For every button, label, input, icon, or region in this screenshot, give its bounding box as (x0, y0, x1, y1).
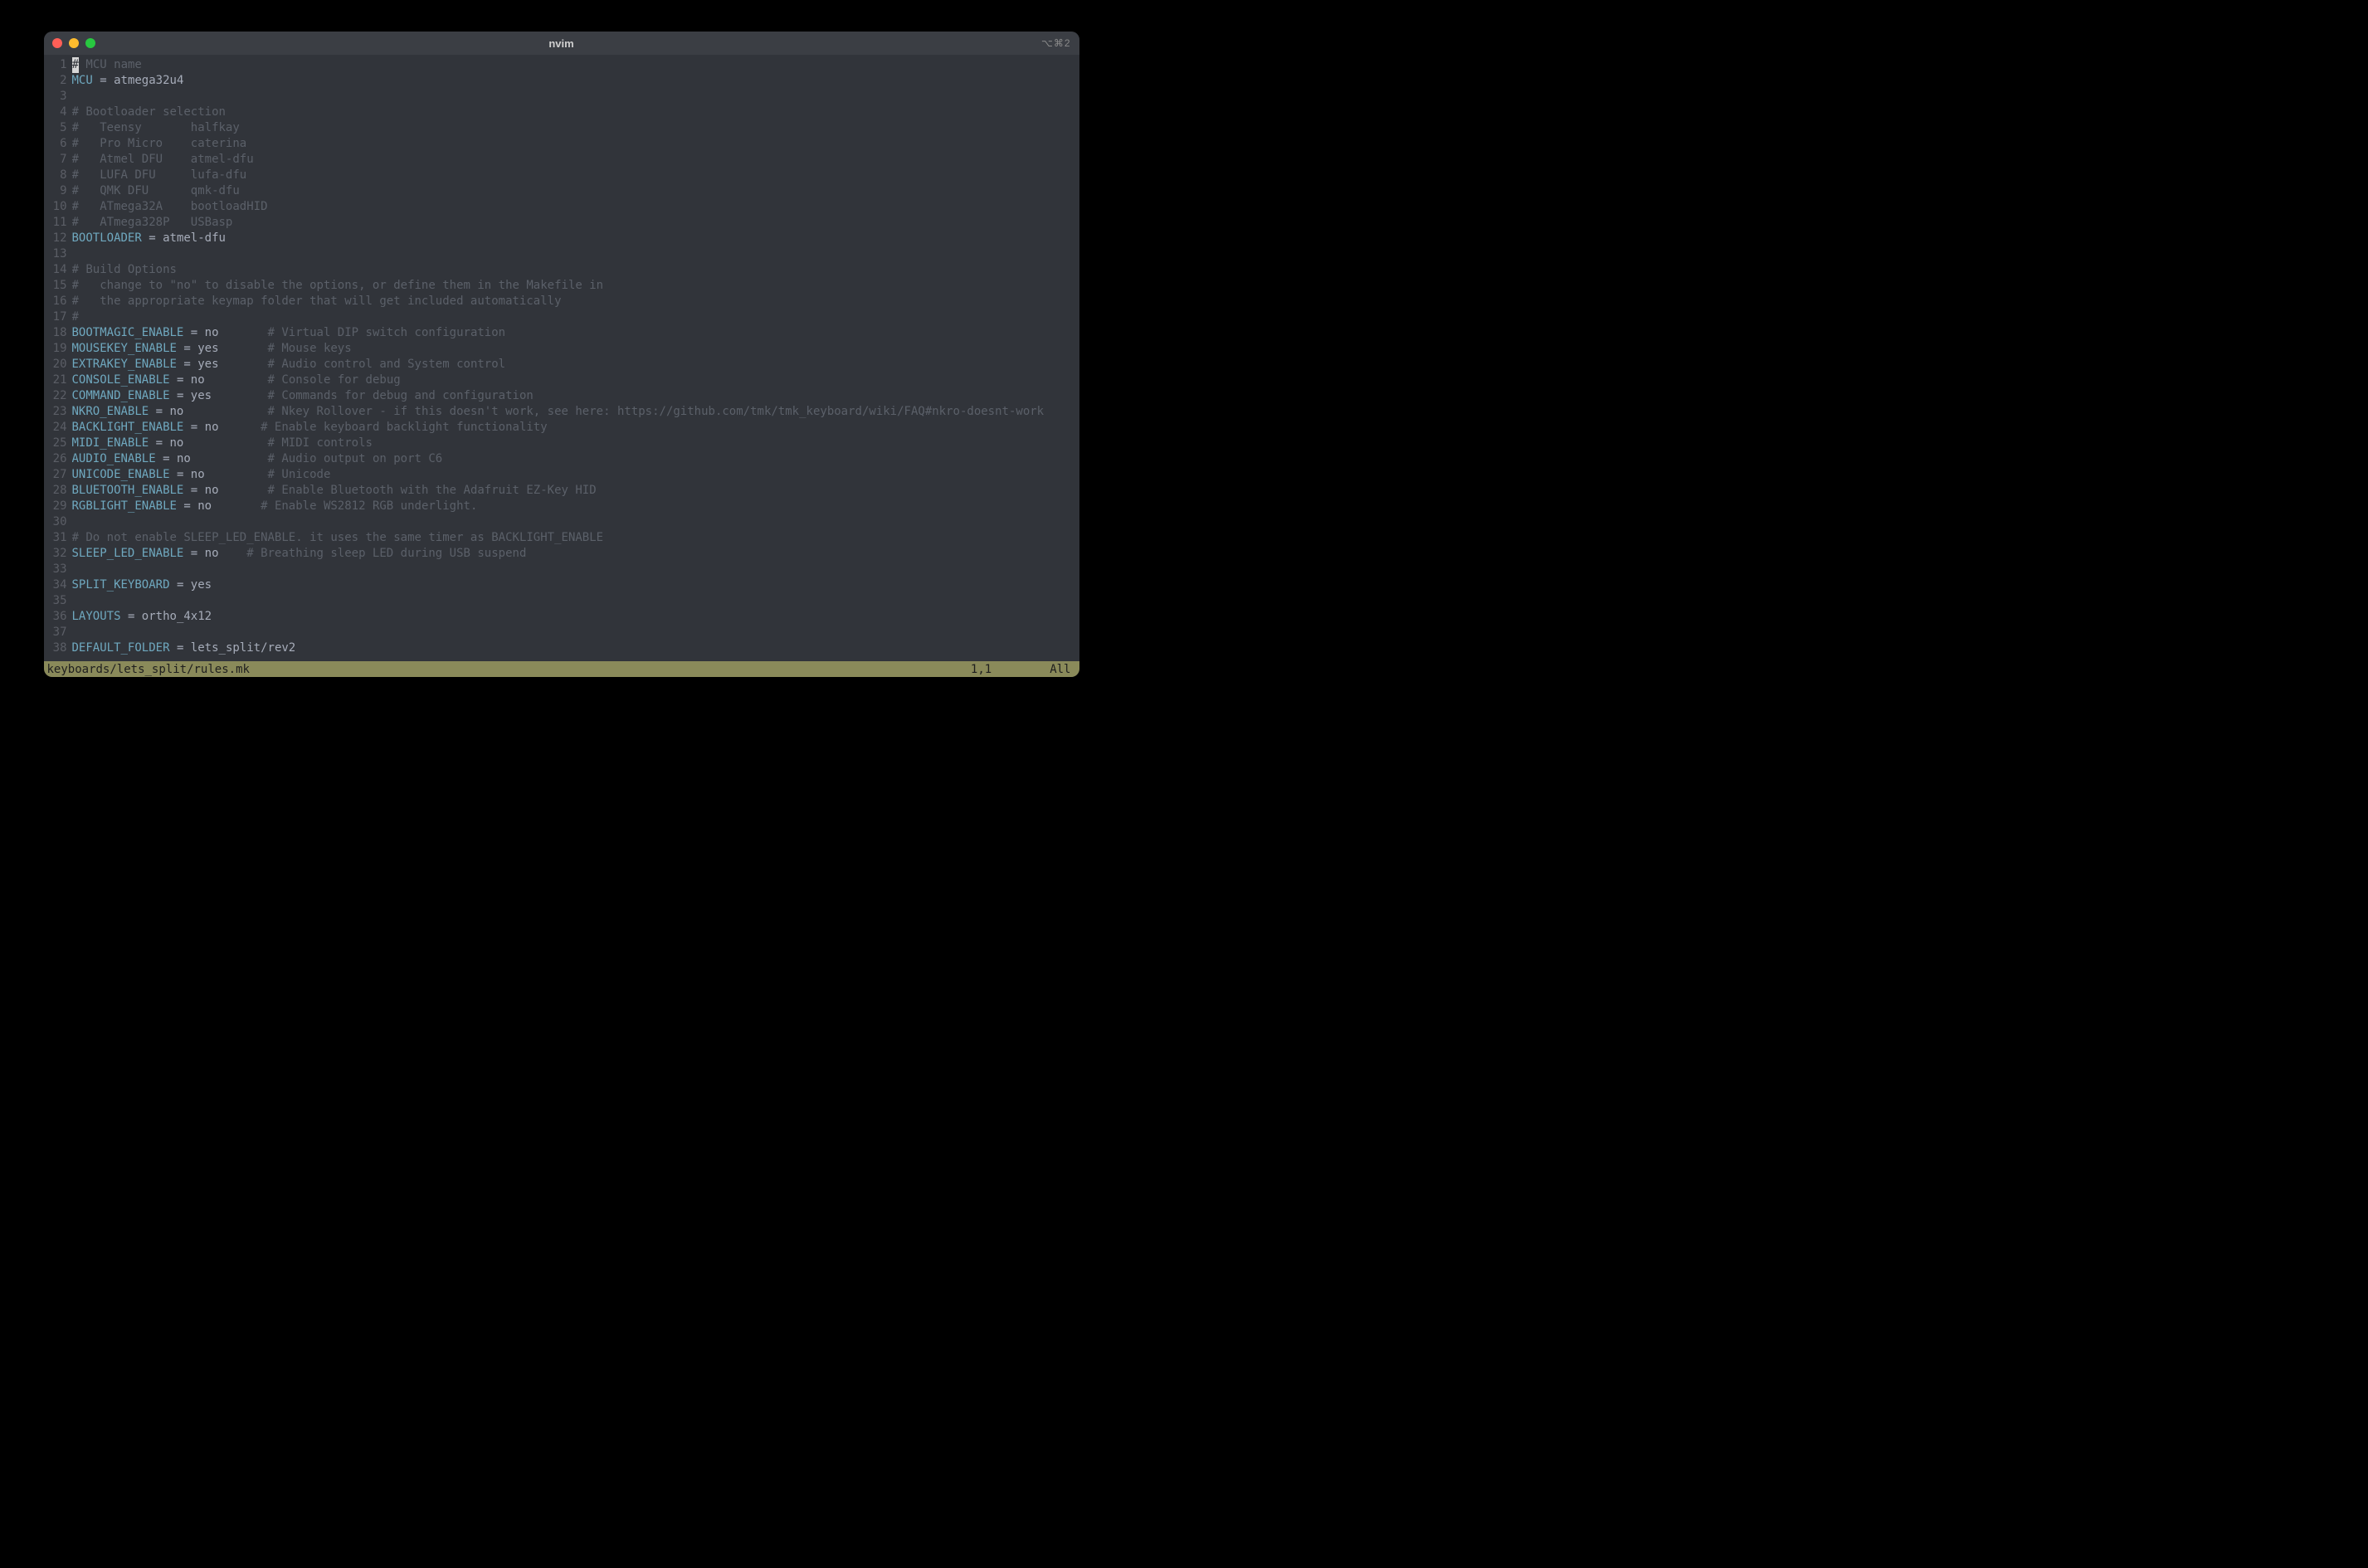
code-line[interactable]: MIDI_ENABLE = no # MIDI controls (72, 436, 1079, 451)
line-number: 22 (44, 388, 67, 404)
line-number: 4 (44, 105, 67, 120)
code-line[interactable]: UNICODE_ENABLE = no # Unicode (72, 467, 1079, 483)
code-line[interactable]: CONSOLE_ENABLE = no # Console for debug (72, 373, 1079, 388)
code-line[interactable]: SLEEP_LED_ENABLE = no # Breathing sleep … (72, 546, 1079, 562)
code-line[interactable]: RGBLIGHT_ENABLE = no # Enable WS2812 RGB… (72, 499, 1079, 514)
code-line[interactable]: LAYOUTS = ortho_4x12 (72, 609, 1079, 625)
line-number: 35 (44, 593, 67, 609)
code-line[interactable]: BACKLIGHT_ENABLE = no # Enable keyboard … (72, 420, 1079, 436)
code-line[interactable]: # Atmel DFU atmel-dfu (72, 152, 1079, 168)
status-scroll: All (1050, 663, 1070, 676)
window-title: nvim (44, 37, 1079, 50)
code-line[interactable]: # the appropriate keymap folder that wil… (72, 294, 1079, 309)
line-number: 15 (44, 278, 67, 294)
editor-area[interactable]: 1234567891011121314151617181920212223242… (44, 55, 1079, 661)
line-number: 16 (44, 294, 67, 309)
code-line[interactable]: BOOTMAGIC_ENABLE = no # Virtual DIP swit… (72, 325, 1079, 341)
line-number-gutter: 1234567891011121314151617181920212223242… (44, 55, 72, 661)
line-number: 10 (44, 199, 67, 215)
line-number: 1 (44, 57, 67, 73)
line-number: 30 (44, 514, 67, 530)
code-content[interactable]: # MCU nameMCU = atmega32u4 # Bootloader s… (72, 55, 1079, 661)
line-number: 27 (44, 467, 67, 483)
line-number: 34 (44, 577, 67, 593)
code-line[interactable] (72, 89, 1079, 105)
status-bar: keyboards/lets_split/rules.mk 1,1 All (44, 661, 1079, 677)
code-line[interactable]: BOOTLOADER = atmel-dfu (72, 231, 1079, 246)
line-number: 2 (44, 73, 67, 89)
code-line[interactable]: MCU = atmega32u4 (72, 73, 1079, 89)
line-number: 8 (44, 168, 67, 183)
status-position: 1,1 (971, 663, 992, 676)
code-line[interactable]: BLUETOOTH_ENABLE = no # Enable Bluetooth… (72, 483, 1079, 499)
line-number: 6 (44, 136, 67, 152)
code-line[interactable]: # (72, 309, 1079, 325)
code-line[interactable] (72, 562, 1079, 577)
code-line[interactable]: COMMAND_ENABLE = yes # Commands for debu… (72, 388, 1079, 404)
code-line[interactable]: # Bootloader selection (72, 105, 1079, 120)
minimize-icon[interactable] (69, 38, 79, 48)
line-number: 38 (44, 640, 67, 656)
terminal-window: nvim ⌥⌘2 1234567891011121314151617181920… (44, 32, 1079, 677)
close-icon[interactable] (52, 38, 62, 48)
line-number: 7 (44, 152, 67, 168)
line-number: 17 (44, 309, 67, 325)
code-line[interactable]: AUDIO_ENABLE = no # Audio output on port… (72, 451, 1079, 467)
line-number: 12 (44, 231, 67, 246)
code-line[interactable] (72, 625, 1079, 640)
line-number: 3 (44, 89, 67, 105)
titlebar: nvim ⌥⌘2 (44, 32, 1079, 55)
line-number: 20 (44, 357, 67, 373)
code-line[interactable]: # MCU name (72, 57, 1079, 73)
code-line[interactable]: # change to "no" to disable the options,… (72, 278, 1079, 294)
code-line[interactable]: # QMK DFU qmk-dfu (72, 183, 1079, 199)
code-line[interactable]: NKRO_ENABLE = no # Nkey Rollover - if th… (72, 404, 1079, 420)
line-number: 19 (44, 341, 67, 357)
line-number: 37 (44, 625, 67, 640)
code-line[interactable]: # ATmega328P USBasp (72, 215, 1079, 231)
line-number: 28 (44, 483, 67, 499)
line-number: 32 (44, 546, 67, 562)
line-number: 24 (44, 420, 67, 436)
code-line[interactable] (72, 246, 1079, 262)
code-line[interactable]: # Pro Micro caterina (72, 136, 1079, 152)
code-line[interactable]: DEFAULT_FOLDER = lets_split/rev2 (72, 640, 1079, 656)
line-number: 25 (44, 436, 67, 451)
line-number: 23 (44, 404, 67, 420)
line-number: 31 (44, 530, 67, 546)
line-number: 26 (44, 451, 67, 467)
code-line[interactable] (72, 593, 1079, 609)
code-line[interactable]: # Do not enable SLEEP_LED_ENABLE. it use… (72, 530, 1079, 546)
line-number: 5 (44, 120, 67, 136)
code-line[interactable] (72, 514, 1079, 530)
code-line[interactable]: EXTRAKEY_ENABLE = yes # Audio control an… (72, 357, 1079, 373)
code-line[interactable]: MOUSEKEY_ENABLE = yes # Mouse keys (72, 341, 1079, 357)
code-line[interactable]: # Build Options (72, 262, 1079, 278)
status-filepath: keyboards/lets_split/rules.mk (47, 663, 250, 676)
line-number: 21 (44, 373, 67, 388)
line-number: 18 (44, 325, 67, 341)
line-number: 33 (44, 562, 67, 577)
cursor: # (72, 57, 80, 73)
window-shortcut: ⌥⌘2 (1041, 37, 1071, 49)
line-number: 9 (44, 183, 67, 199)
line-number: 14 (44, 262, 67, 278)
maximize-icon[interactable] (85, 38, 95, 48)
code-line[interactable]: # LUFA DFU lufa-dfu (72, 168, 1079, 183)
line-number: 11 (44, 215, 67, 231)
line-number: 36 (44, 609, 67, 625)
code-line[interactable]: # ATmega32A bootloadHID (72, 199, 1079, 215)
traffic-lights (52, 38, 95, 48)
line-number: 13 (44, 246, 67, 262)
code-line[interactable]: SPLIT_KEYBOARD = yes (72, 577, 1079, 593)
line-number: 29 (44, 499, 67, 514)
code-line[interactable]: # Teensy halfkay (72, 120, 1079, 136)
